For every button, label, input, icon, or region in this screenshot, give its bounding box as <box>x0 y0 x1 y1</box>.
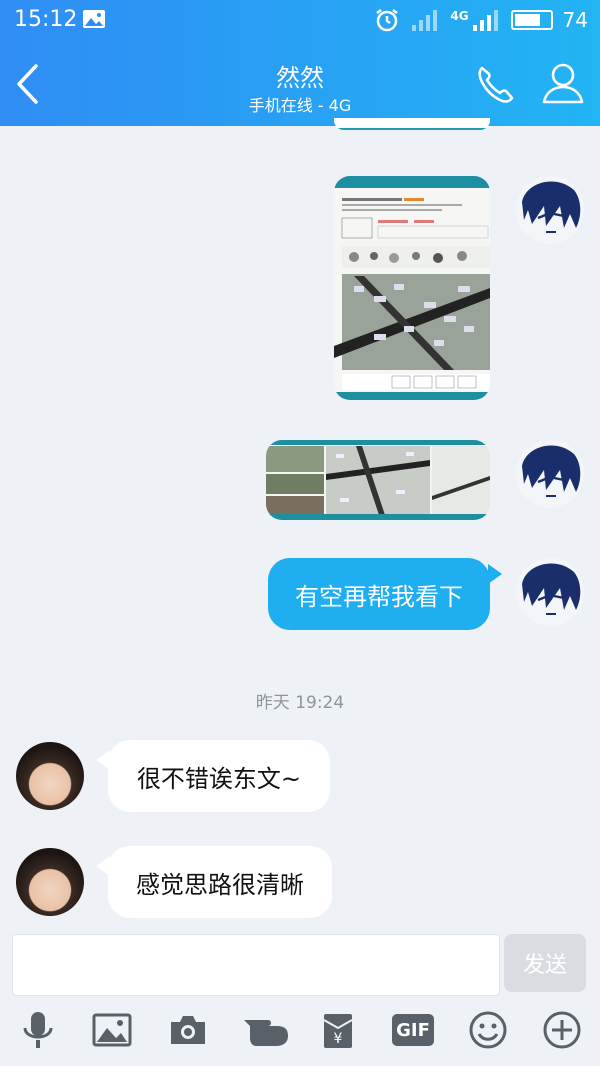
message-text: 有空再帮我看下 <box>295 582 463 611</box>
message-input[interactable] <box>12 934 500 996</box>
phone-icon[interactable] <box>474 62 518 106</box>
image-message-poster[interactable] <box>334 176 490 400</box>
chat-area[interactable]: 有空再帮我看下 昨天 19:24 很不错诶东文~ 感觉思路很清晰 <box>0 118 600 926</box>
gif-icon[interactable]: GIF <box>392 1014 434 1046</box>
microphone-icon[interactable] <box>18 1010 58 1050</box>
hand-pointer-icon[interactable] <box>242 1010 290 1050</box>
wide-image <box>266 440 490 520</box>
input-bar: 发送 ¥ GIF <box>0 926 600 1066</box>
chat-header: 15:12 4G 74 然然 手机在线 - 4G <box>0 0 600 126</box>
partial-image-content <box>334 121 490 130</box>
status-bar: 15:12 4G 74 <box>0 0 600 40</box>
battery-percent: 74 <box>562 8 588 32</box>
image-icon[interactable] <box>92 1010 132 1050</box>
message-text: 感觉思路很清晰 <box>136 870 304 899</box>
my-avatar[interactable] <box>516 440 584 508</box>
message-text: 很不错诶东文~ <box>136 764 302 793</box>
red-packet-icon[interactable]: ¥ <box>318 1010 358 1050</box>
signal-icon-2 <box>472 10 498 31</box>
poster-image <box>334 176 490 400</box>
message-timestamp: 昨天 19:24 <box>255 693 345 713</box>
message-bubble-them[interactable]: 感觉思路很清晰 <box>108 846 332 918</box>
status-right: 4G 74 <box>374 6 588 34</box>
contact-avatar[interactable] <box>16 848 84 916</box>
message-bubble-them[interactable]: 很不错诶东文~ <box>108 740 330 812</box>
signal-icon-1 <box>412 10 438 31</box>
add-icon[interactable] <box>542 1010 582 1050</box>
camera-icon[interactable] <box>168 1010 208 1050</box>
my-avatar[interactable] <box>516 176 584 244</box>
message-bubble-me[interactable]: 有空再帮我看下 <box>268 558 490 630</box>
anime-face-icon <box>516 176 584 244</box>
anime-face-icon <box>516 440 584 508</box>
anime-face-icon <box>516 558 584 626</box>
bubble-tail <box>488 564 502 584</box>
user-icon[interactable] <box>540 60 586 106</box>
contact-avatar[interactable] <box>16 742 84 810</box>
send-button[interactable]: 发送 <box>504 934 586 992</box>
my-avatar[interactable] <box>516 558 584 626</box>
image-message-wide[interactable] <box>266 440 490 520</box>
status-time: 15:12 <box>14 7 78 32</box>
battery-icon <box>510 10 553 30</box>
image-message-partial[interactable] <box>334 118 490 130</box>
network-type: 4G <box>450 9 469 23</box>
emoji-icon[interactable] <box>468 1010 508 1050</box>
alarm-icon <box>376 9 399 32</box>
gallery-icon <box>83 10 105 28</box>
svg-text:¥: ¥ <box>334 1031 343 1047</box>
